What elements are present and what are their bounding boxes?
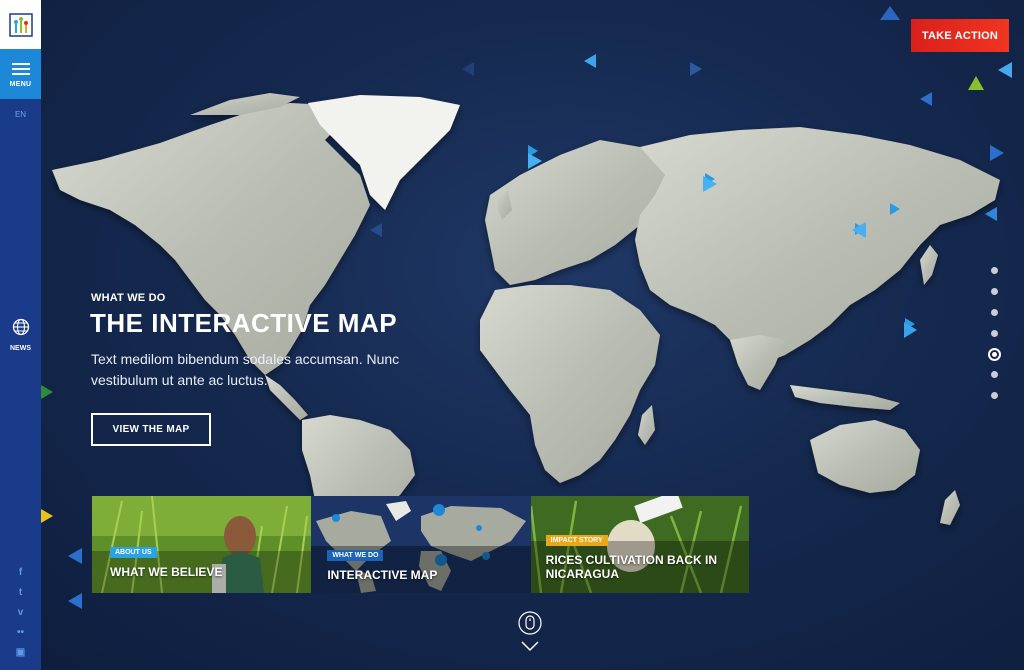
decor-triangle — [41, 509, 53, 523]
card-badge: ABOUT US — [110, 547, 157, 558]
pager-dot-active[interactable] — [987, 348, 1001, 361]
hero-description: Text medilom bibendum sodales accumsan. … — [91, 351, 400, 388]
decor-triangle — [852, 222, 866, 238]
decor-triangle — [904, 322, 917, 338]
decor-triangle — [528, 153, 542, 169]
news-button[interactable]: NEWS — [0, 318, 41, 352]
card-badge: IMPACT STORY — [545, 535, 608, 546]
pager-dot[interactable] — [990, 309, 998, 316]
pager-dot[interactable] — [990, 288, 998, 295]
logo[interactable] — [0, 0, 41, 49]
australia-shape — [810, 420, 920, 493]
madagascar-shape — [638, 405, 655, 445]
decor-triangle — [462, 62, 474, 76]
decor-triangle — [985, 207, 997, 221]
hamburger-icon — [11, 60, 30, 78]
card-title: WHAT WE BELIEVE — [110, 565, 223, 579]
indonesia-shape — [790, 385, 900, 410]
decor-triangle — [880, 6, 900, 20]
take-action-button[interactable]: TAKE ACTION — [911, 19, 1009, 52]
pager-dot[interactable] — [990, 371, 998, 378]
card-title: INTERACTIVE MAP — [327, 568, 438, 582]
decor-triangle — [68, 593, 82, 609]
card-interactive-map[interactable]: WHAT WE DO INTERACTIVE MAP — [311, 496, 531, 593]
hero-kicker: WHAT WE DO — [91, 292, 166, 304]
decor-triangle — [68, 548, 82, 564]
card-title: RICES CULTIVATION BACK IN NICARAGUA — [545, 553, 717, 581]
page: MENU EN NEWS f t v •• ▣ TAKE ACTION WHAT… — [0, 0, 1024, 670]
menu-label: MENU — [9, 81, 32, 88]
section-pager — [986, 267, 1002, 413]
decor-triangle — [920, 92, 932, 106]
pager-dot[interactable] — [990, 392, 998, 399]
japan-shape — [920, 245, 938, 285]
chevron-down-icon[interactable] — [520, 640, 540, 652]
decor-triangle — [703, 176, 717, 192]
flickr-icon[interactable]: •• — [0, 623, 41, 643]
feature-cards: ABOUT US WHAT WE BELIEVE WHAT WE DO INTE… — [92, 496, 750, 593]
page-title: THE INTERACTIVE MAP — [90, 308, 398, 338]
globe-icon — [12, 318, 29, 336]
instagram-icon[interactable]: ▣ — [0, 643, 41, 663]
asia-shape — [635, 127, 1000, 365]
facebook-icon[interactable]: f — [0, 563, 41, 583]
menu-button[interactable]: MENU — [0, 49, 41, 99]
news-label: NEWS — [10, 345, 31, 352]
decor-triangle — [968, 76, 984, 90]
twitter-icon[interactable]: t — [0, 583, 41, 603]
africa-shape — [480, 285, 660, 483]
pager-dot[interactable] — [990, 330, 998, 337]
decor-triangle — [41, 385, 53, 399]
card-badge: WHAT WE DO — [327, 550, 384, 561]
decor-triangle — [998, 62, 1012, 78]
scroll-mouse-icon[interactable] — [518, 611, 542, 635]
card-rices-cultivation[interactable]: IMPACT STORY RICES CULTIVATION BACK IN N… — [530, 496, 750, 593]
view-map-button[interactable]: VIEW THE MAP — [91, 413, 211, 446]
decor-triangle — [990, 145, 1004, 161]
social-links: f t v •• ▣ — [0, 563, 41, 663]
india-shape — [730, 335, 785, 390]
pager-dot[interactable] — [990, 267, 998, 274]
card-what-we-believe[interactable]: ABOUT US WHAT WE BELIEVE — [92, 496, 312, 593]
language-selector[interactable]: EN — [0, 110, 41, 119]
decor-triangle — [370, 223, 382, 237]
new-zealand-shape — [940, 490, 960, 525]
vimeo-icon[interactable]: v — [0, 603, 41, 623]
sidebar: MENU EN NEWS f t v •• ▣ — [0, 0, 41, 670]
logo-icon — [8, 12, 33, 37]
decor-triangle — [690, 62, 702, 76]
decor-triangle — [584, 54, 596, 68]
